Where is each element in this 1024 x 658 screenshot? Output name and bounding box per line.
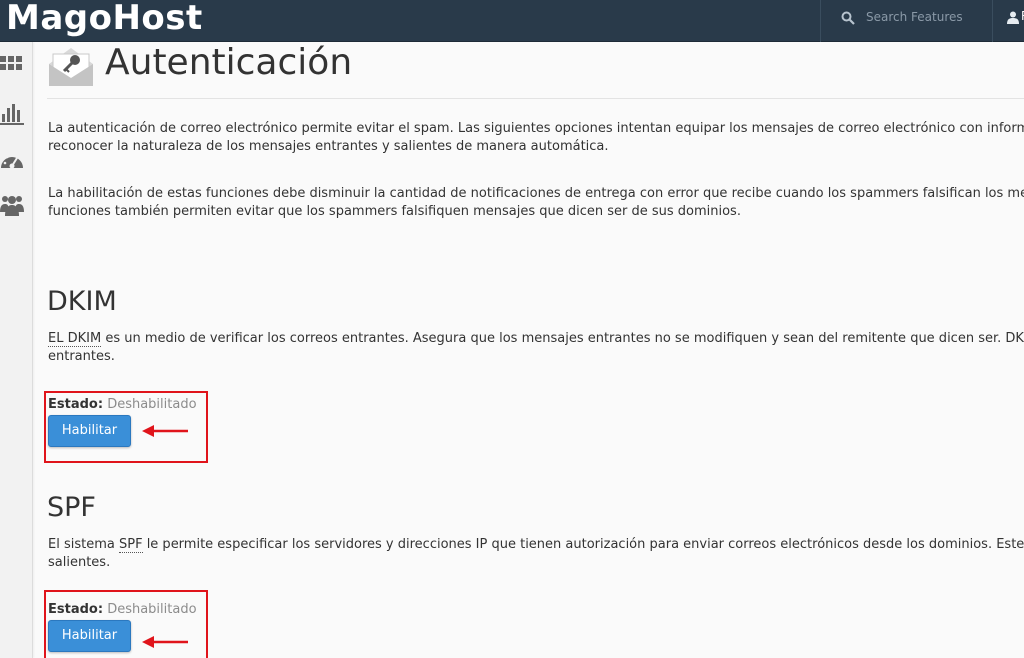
search-input[interactable]: Search Features	[866, 10, 963, 24]
spf-arrow-icon	[142, 636, 188, 648]
sidebar	[0, 42, 33, 658]
email-key-icon	[49, 48, 93, 86]
dkim-abbr: EL DKIM	[48, 331, 102, 347]
spf-description: El sistema SPF le permite especificar lo…	[48, 537, 1024, 570]
users-icon[interactable]	[0, 192, 24, 220]
intro-paragraph-1: La autenticación de correo electrónico p…	[48, 121, 1024, 154]
dkim-arrow-icon	[142, 425, 188, 437]
dkim-title: DKIM	[47, 286, 117, 317]
spf-abbr: SPF	[118, 537, 143, 553]
dkim-description: EL DKIM es un medio de verificar los cor…	[48, 331, 1024, 364]
stats-icon[interactable]	[0, 100, 24, 128]
spf-title: SPF	[47, 492, 96, 523]
user-menu[interactable]: R	[992, 0, 1024, 42]
top-bar: MagoHost Search Features R	[0, 0, 1024, 42]
intro-paragraph-2: La habilitación de estas funciones debe …	[48, 186, 1024, 219]
brand-logo[interactable]: MagoHost	[6, 0, 203, 40]
main-content: Autenticación La autenticación de correo…	[33, 42, 1024, 658]
search-icon	[841, 11, 855, 25]
grid-icon[interactable]	[0, 54, 24, 82]
user-icon	[1007, 11, 1019, 24]
search-features[interactable]: Search Features	[820, 0, 992, 42]
page-title: Autenticación	[105, 42, 353, 83]
dashboard-icon[interactable]	[0, 148, 24, 176]
title-divider	[47, 98, 1024, 99]
